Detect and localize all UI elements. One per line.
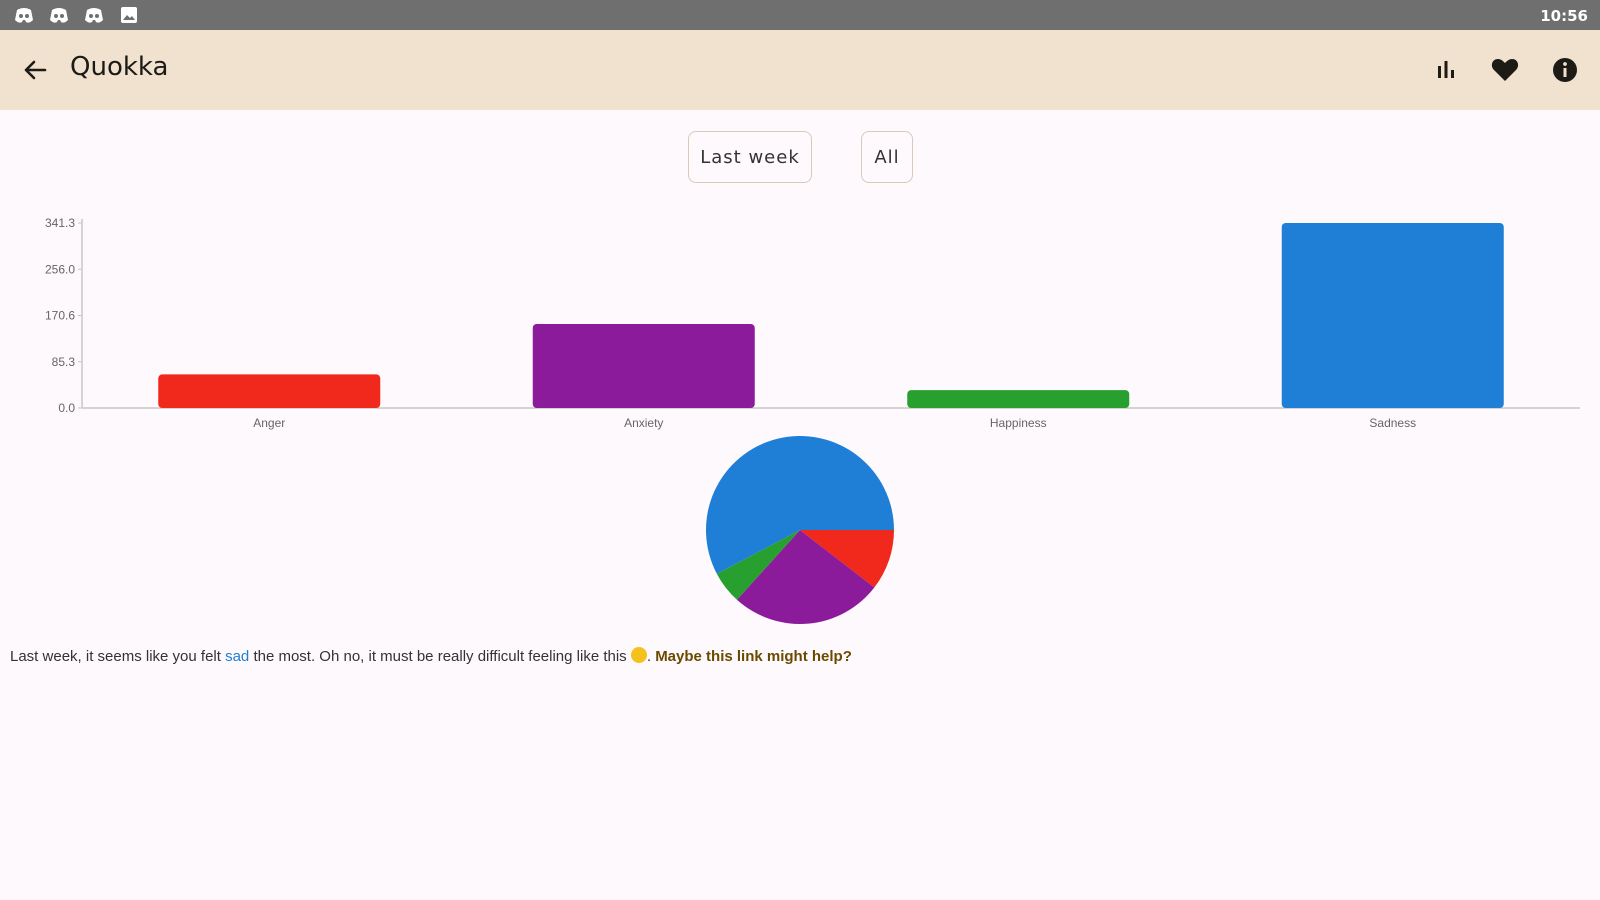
bar-chart-icon	[1438, 61, 1454, 78]
help-link[interactable]: Maybe this link might help?	[655, 648, 852, 665]
notification-icons	[14, 6, 139, 25]
discord-icon	[15, 8, 33, 23]
favorites-button[interactable]	[1489, 54, 1521, 86]
y-tick-label: 85.3	[52, 355, 76, 369]
summary-prefix: Last week, it seems like you felt	[10, 648, 226, 665]
gallery-icon	[121, 7, 137, 23]
summary-middle: the most. Oh no, it must be really diffi…	[249, 648, 631, 665]
app-bar: Quokka	[0, 30, 1600, 110]
info-icon	[1553, 58, 1577, 82]
summary-text: Last week, it seems like you felt sad th…	[10, 647, 852, 665]
y-tick-label: 0.0	[58, 401, 75, 415]
bar-anger	[158, 374, 381, 408]
app-title: Quokka	[70, 52, 169, 82]
bar-happiness	[907, 390, 1130, 408]
x-tick-label: Anger	[253, 416, 285, 430]
bar-anxiety	[532, 323, 755, 408]
arrow-back-icon	[24, 60, 47, 80]
info-button[interactable]	[1549, 54, 1581, 86]
summary-separator: .	[646, 648, 656, 665]
heart-icon	[1491, 59, 1519, 81]
dominant-emotion: sad	[225, 648, 250, 665]
emotion-pie-chart	[706, 435, 894, 624]
status-time: 10:56	[1540, 7, 1588, 25]
last-week-button[interactable]: Last week	[688, 131, 812, 183]
all-button[interactable]: All	[861, 131, 913, 183]
range-toggle: Last week All	[0, 131, 1600, 187]
x-tick-label: Sadness	[1369, 416, 1416, 430]
x-tick-label: Anxiety	[624, 416, 663, 430]
discord-icon	[85, 8, 103, 23]
back-button[interactable]	[20, 55, 50, 85]
discord-icon	[50, 8, 68, 23]
y-tick-label: 341.3	[45, 216, 75, 230]
emotion-bar-chart: 0.0 85.3 170.6 256.0 341.3 Anger Anxiety Happin…	[45, 216, 1580, 430]
y-tick-label: 170.6	[45, 309, 75, 323]
bar-sadness	[1281, 223, 1504, 408]
x-tick-label: Happiness	[990, 416, 1047, 430]
y-tick-label: 256.0	[45, 262, 75, 276]
status-bar: 10:56	[0, 0, 1600, 30]
stats-button[interactable]	[1430, 54, 1462, 86]
worried-face-emoji	[630, 647, 647, 663]
